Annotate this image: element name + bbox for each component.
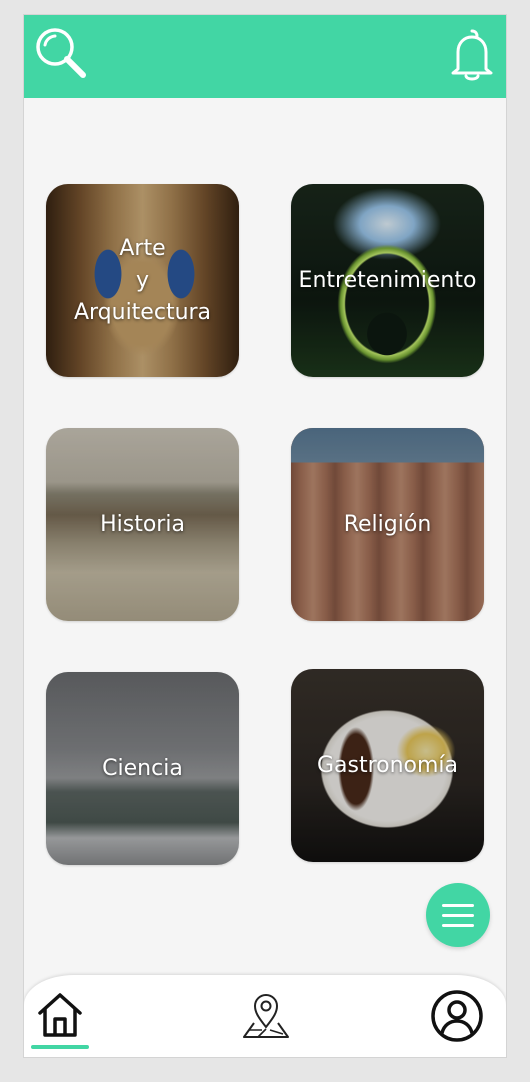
category-card-ciencia[interactable]: Ciencia: [46, 672, 239, 865]
user-profile-icon[interactable]: [430, 989, 484, 1043]
category-label: Religión: [343, 511, 432, 537]
menu-fab-button[interactable]: [426, 883, 490, 947]
category-card-entretenimiento[interactable]: Entretenimiento: [291, 184, 484, 377]
home-icon[interactable]: [34, 989, 86, 1041]
category-label: Arte y Arquitectura: [73, 235, 212, 325]
category-label: Ciencia: [102, 755, 183, 781]
search-icon[interactable]: [32, 25, 90, 83]
menu-icon: [442, 904, 474, 907]
bottom-navigation: [24, 975, 506, 1057]
category-card-historia[interactable]: Historia: [46, 428, 239, 621]
app-screen: Arte y Arquitectura Entretenimiento Hist…: [23, 14, 507, 1058]
category-card-religion[interactable]: Religión: [291, 428, 484, 621]
category-label: Entretenimiento: [298, 267, 477, 293]
bell-icon[interactable]: [446, 25, 498, 83]
category-label: Historia: [100, 511, 185, 537]
top-bar: [24, 15, 506, 98]
map-pin-icon[interactable]: [240, 989, 292, 1041]
category-label: Gastronomía: [316, 752, 459, 778]
active-tab-indicator: [31, 1045, 89, 1049]
category-card-gastronomia[interactable]: Gastronomía: [291, 669, 484, 862]
category-card-arte[interactable]: Arte y Arquitectura: [46, 184, 239, 377]
